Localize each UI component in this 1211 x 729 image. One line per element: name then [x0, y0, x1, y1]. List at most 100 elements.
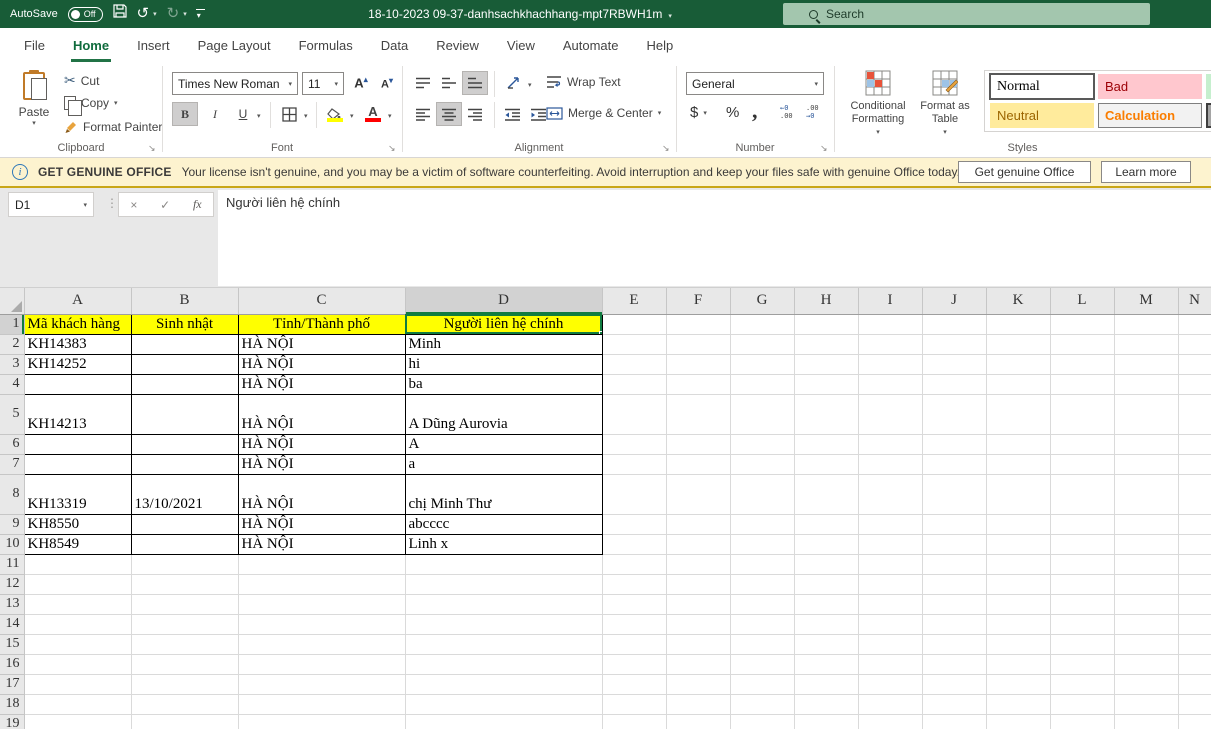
cell-J1[interactable]	[922, 314, 986, 334]
borders-dropdown-icon[interactable]: ▾	[304, 112, 308, 120]
cell-E16[interactable]	[602, 654, 666, 674]
cell-E17[interactable]	[602, 674, 666, 694]
cell-H16[interactable]	[794, 654, 858, 674]
cell-D17[interactable]	[405, 674, 602, 694]
column-header-H[interactable]: H	[794, 288, 858, 314]
cell-G7[interactable]	[730, 454, 794, 474]
cell-H9[interactable]	[794, 514, 858, 534]
cell-N13[interactable]	[1178, 594, 1211, 614]
cell-L12[interactable]	[1050, 574, 1114, 594]
cell-I14[interactable]	[858, 614, 922, 634]
cell-H17[interactable]	[794, 674, 858, 694]
cell-K19[interactable]	[986, 714, 1050, 729]
cell-D7[interactable]: a	[405, 454, 602, 474]
cell-G3[interactable]	[730, 354, 794, 374]
cell-K11[interactable]	[986, 554, 1050, 574]
align-left-button[interactable]	[410, 102, 436, 126]
cell-M10[interactable]	[1114, 534, 1178, 554]
orientation-dropdown-icon[interactable]: ▾	[528, 81, 532, 89]
cell-G14[interactable]	[730, 614, 794, 634]
fill-handle[interactable]	[599, 331, 603, 335]
cell-L13[interactable]	[1050, 594, 1114, 614]
cell-C7[interactable]: HÀ NỘI	[238, 454, 405, 474]
cell-E5[interactable]	[602, 394, 666, 434]
cell-B9[interactable]	[131, 514, 238, 534]
font-color-dropdown-icon[interactable]: ▾	[388, 112, 392, 120]
fill-color-dropdown-icon[interactable]: ▾	[350, 112, 354, 120]
tab-home[interactable]: Home	[59, 28, 123, 62]
cell-F5[interactable]	[666, 394, 730, 434]
cell-J14[interactable]	[922, 614, 986, 634]
cell-M4[interactable]	[1114, 374, 1178, 394]
cell-A19[interactable]	[24, 714, 131, 729]
cell-F15[interactable]	[666, 634, 730, 654]
cell-N10[interactable]	[1178, 534, 1211, 554]
style-chip-calculation[interactable]: Calculation	[1098, 103, 1202, 128]
style-chip-neutral[interactable]: Neutral	[990, 103, 1094, 128]
cell-F4[interactable]	[666, 374, 730, 394]
cell-B11[interactable]	[131, 554, 238, 574]
cell-C11[interactable]	[238, 554, 405, 574]
cell-K16[interactable]	[986, 654, 1050, 674]
cell-C10[interactable]: HÀ NỘI	[238, 534, 405, 554]
column-header-I[interactable]: I	[858, 288, 922, 314]
row-header-12[interactable]: 12	[0, 574, 24, 594]
cell-I5[interactable]	[858, 394, 922, 434]
row-header-6[interactable]: 6	[0, 434, 24, 454]
cell-K1[interactable]	[986, 314, 1050, 334]
cell-E19[interactable]	[602, 714, 666, 729]
cell-C5[interactable]: HÀ NỘI	[238, 394, 405, 434]
cell-L2[interactable]	[1050, 334, 1114, 354]
cell-F7[interactable]	[666, 454, 730, 474]
cell-I19[interactable]	[858, 714, 922, 729]
conditional-formatting-button[interactable]: Conditional Formatting ▾	[842, 70, 914, 148]
cell-H19[interactable]	[794, 714, 858, 729]
cell-K6[interactable]	[986, 434, 1050, 454]
cell-G4[interactable]	[730, 374, 794, 394]
cell-L4[interactable]	[1050, 374, 1114, 394]
cell-A3[interactable]: KH14252	[24, 354, 131, 374]
tab-automate[interactable]: Automate	[549, 28, 633, 62]
name-box-splitter[interactable]: ⋮	[106, 196, 118, 210]
cell-D16[interactable]	[405, 654, 602, 674]
cell-I18[interactable]	[858, 694, 922, 714]
cell-J16[interactable]	[922, 654, 986, 674]
cell-D6[interactable]: A	[405, 434, 602, 454]
align-center-button[interactable]	[436, 102, 462, 126]
cell-C1[interactable]: Tỉnh/Thành phố	[238, 314, 405, 334]
top-align-button[interactable]	[410, 71, 436, 95]
borders-button[interactable]	[276, 102, 302, 126]
tab-page-layout[interactable]: Page Layout	[184, 28, 285, 62]
cell-A2[interactable]: KH14383	[24, 334, 131, 354]
copy-button[interactable]: Copy ▾	[64, 96, 118, 110]
row-header-2[interactable]: 2	[0, 334, 24, 354]
style-chip-check-cell[interactable]: Check Cell	[1206, 103, 1211, 128]
cell-E18[interactable]	[602, 694, 666, 714]
cell-C17[interactable]	[238, 674, 405, 694]
cell-F17[interactable]	[666, 674, 730, 694]
fill-color-button[interactable]	[322, 102, 348, 126]
cell-N5[interactable]	[1178, 394, 1211, 434]
cell-C9[interactable]: HÀ NỘI	[238, 514, 405, 534]
cell-E6[interactable]	[602, 434, 666, 454]
cell-E13[interactable]	[602, 594, 666, 614]
cell-G12[interactable]	[730, 574, 794, 594]
row-header-5[interactable]: 5	[0, 394, 24, 434]
cell-M16[interactable]	[1114, 654, 1178, 674]
cell-H12[interactable]	[794, 574, 858, 594]
underline-button[interactable]: U	[230, 102, 256, 126]
cell-C19[interactable]	[238, 714, 405, 729]
cell-G15[interactable]	[730, 634, 794, 654]
cell-I17[interactable]	[858, 674, 922, 694]
cell-G8[interactable]	[730, 474, 794, 514]
increase-font-size-button[interactable]: A▴	[348, 71, 374, 95]
cell-D19[interactable]	[405, 714, 602, 729]
number-dialog-launcher-icon[interactable]: ↘	[820, 143, 828, 154]
cut-button[interactable]: ✂ Cut	[64, 72, 99, 89]
accounting-dropdown-icon[interactable]: ▾	[703, 109, 707, 117]
cell-J5[interactable]	[922, 394, 986, 434]
cell-H7[interactable]	[794, 454, 858, 474]
cell-E12[interactable]	[602, 574, 666, 594]
cell-M18[interactable]	[1114, 694, 1178, 714]
cell-C8[interactable]: HÀ NỘI	[238, 474, 405, 514]
